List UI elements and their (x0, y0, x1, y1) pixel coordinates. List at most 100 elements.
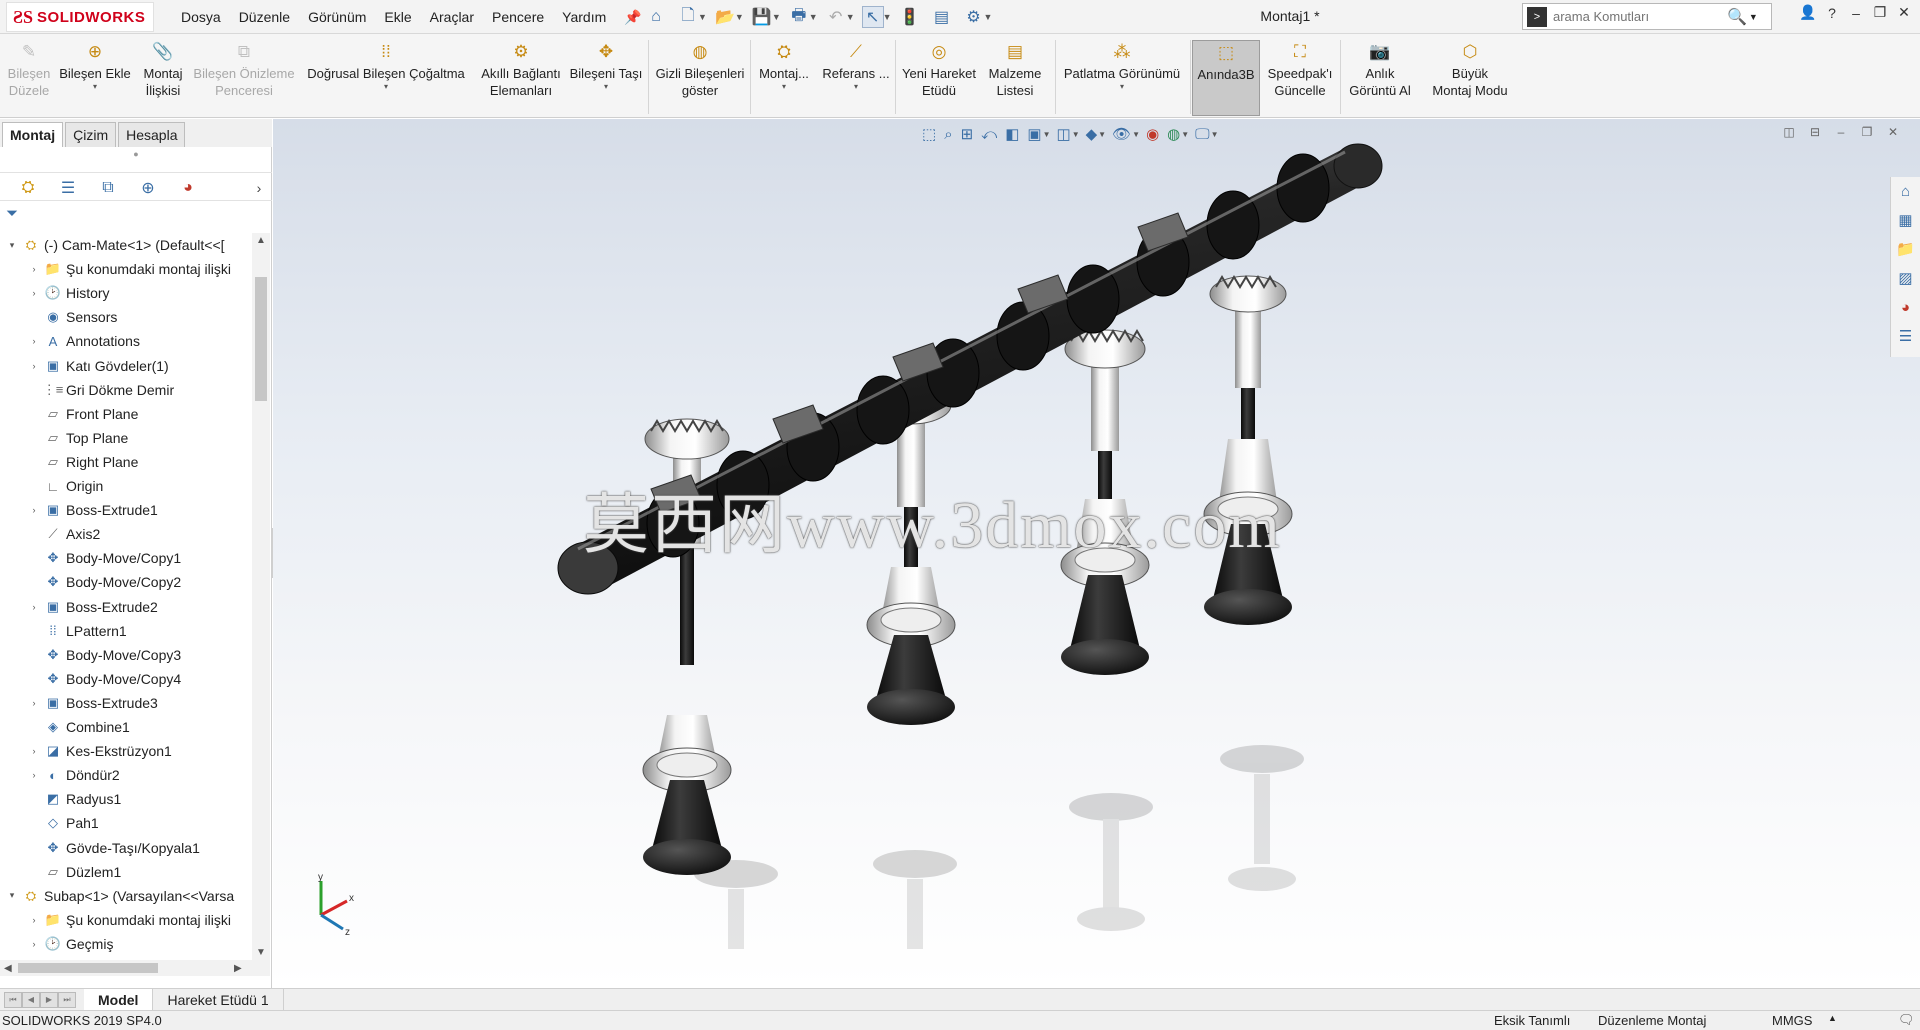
tree-item[interactable]: › A Annotations (0, 329, 252, 353)
first-tab-icon[interactable]: ⏮ (4, 991, 22, 1008)
property-manager-tab-icon[interactable]: ☰ (48, 178, 88, 198)
unit-system[interactable]: MMGS (1772, 1013, 1812, 1028)
minimize-button[interactable]: – (1844, 5, 1868, 21)
expand-down-icon[interactable]: ▾ (6, 890, 18, 901)
tree-item[interactable]: › ▣ Boss-Extrude1 (0, 498, 252, 522)
chevron-down-icon[interactable]: ▼ (846, 12, 855, 22)
home-icon[interactable]: ⌂ (645, 6, 667, 28)
open-folder-icon[interactable]: 📂 (714, 6, 736, 28)
tree-item[interactable]: ◉ Sensors (0, 305, 252, 329)
chevron-right-icon[interactable]: › (28, 939, 40, 949)
rebuild-icon[interactable]: 🚦 (899, 6, 921, 28)
filter-icon[interactable]: ⏷ (6, 205, 18, 222)
chevron-right-icon[interactable]: › (28, 746, 40, 756)
scrollbar-thumb[interactable] (18, 963, 158, 973)
chevron-down-icon[interactable]: ▾ (782, 82, 786, 92)
tree-item[interactable]: ✥ Gövde-Taşı/Kopyala1 (0, 836, 252, 860)
tab-model[interactable]: Model (84, 988, 154, 1011)
display-manager-tab-icon[interactable]: ◕ (168, 179, 208, 197)
chevron-up-icon[interactable]: ▲ (1828, 1013, 1837, 1023)
scroll-up-icon[interactable]: ▲ (252, 235, 270, 246)
cmd-component-preview-button[interactable]: ⧉ Bileşen Önizleme Penceresi (190, 40, 298, 116)
tree-item[interactable]: ✥ Body-Move/Copy4 (0, 667, 252, 691)
view-palette-icon[interactable]: ▨ (1891, 264, 1920, 293)
save-icon[interactable]: 💾 (751, 6, 773, 28)
tree-item[interactable]: ▱ Right Plane (0, 450, 252, 474)
chevron-down-icon[interactable]: ▾ (854, 82, 858, 92)
scroll-right-icon[interactable]: ▶ (234, 963, 242, 974)
user-icon[interactable]: 👤 (1796, 4, 1820, 21)
panel-splitter[interactable]: ● (0, 147, 272, 173)
next-tab-icon[interactable]: ▶ (40, 991, 58, 1008)
cmd-linear-pattern-button[interactable]: ⁞⁞ Doğrusal Bileşen Çoğaltma ▾ (300, 40, 472, 116)
tab-hesapla[interactable]: Hesapla (118, 122, 186, 147)
menu-araclar[interactable]: Araçlar (421, 9, 483, 25)
prev-tab-icon[interactable]: ◀ (22, 991, 40, 1008)
cmd-insert-components-button[interactable]: ⊕ Bileşen Ekle ▾ (54, 40, 136, 116)
close-button[interactable]: ✕ (1892, 4, 1916, 21)
command-search[interactable]: > 🔍 ▼ (1522, 3, 1772, 30)
cmd-smart-fasteners-button[interactable]: ⚙ Akıllı Bağlantı Elemanları (476, 40, 566, 116)
dimxpert-tab-icon[interactable]: ⊕ (128, 178, 168, 198)
tree-item[interactable]: › 🕑 History (0, 281, 252, 305)
solidworks-logo[interactable]: ƧS SOLIDWORKS (6, 2, 154, 32)
tree-item[interactable]: ▱ Front Plane (0, 402, 252, 426)
tree-item[interactable]: ✥ Body-Move/Copy3 (0, 643, 252, 667)
feature-manager-tab-icon[interactable]: ⛭ (8, 179, 48, 197)
appearances-icon[interactable]: ◕ (1891, 293, 1920, 322)
chevron-down-icon[interactable]: ▼ (809, 12, 818, 22)
chevron-right-icon[interactable]: › (28, 264, 40, 274)
tree-item[interactable]: ⋮≡ Gri Dökme Demir (0, 378, 252, 402)
custom-properties-icon[interactable]: ☰ (1891, 322, 1920, 351)
chevron-down-icon[interactable]: ▼ (698, 12, 707, 22)
cmd-edit-component-button[interactable]: ✎ Bileşen Düzele (0, 40, 58, 116)
cmd-assembly-features-button[interactable]: ⛭ Montaj... ▾ (752, 40, 816, 116)
select-pointer-icon[interactable]: ↖ (861, 6, 884, 28)
chevron-down-icon[interactable]: ▼ (984, 12, 993, 22)
cmd-snapshot-button[interactable]: 📷 Anlık Görüntü Al (1342, 40, 1418, 116)
chevron-right-icon[interactable]: › (252, 180, 266, 196)
menu-yardim[interactable]: Yardım (553, 9, 615, 25)
tree-item[interactable]: ✥ Body-Move/Copy2 (0, 570, 252, 594)
expand-down-icon[interactable]: ▾ (6, 240, 18, 251)
tree-item[interactable]: ⁞⁞ LPattern1 (0, 619, 252, 643)
comment-icon[interactable]: 🗨 (1898, 1012, 1915, 1028)
chevron-right-icon[interactable]: › (28, 602, 40, 612)
tree-item[interactable]: ▱ Top Plane (0, 426, 252, 450)
cmd-large-assembly-mode-button[interactable]: ⬡ Büyük Montaj Modu (1420, 40, 1520, 116)
tree-item[interactable]: ⟋ Axis2 (0, 522, 252, 546)
tree-item[interactable]: › 📁 Şu konumdaki montaj ilişki (0, 257, 252, 281)
file-explorer-icon[interactable]: 📁 (1891, 235, 1920, 264)
chevron-down-icon[interactable]: ▾ (93, 82, 97, 92)
tree-item[interactable]: ▾ ⛭ Subap<1> (Varsayılan<<Varsa (0, 884, 252, 908)
cmd-reference-geometry-button[interactable]: ⟋ Referans ... ▾ (818, 40, 894, 116)
tree-item[interactable]: › ▣ Katı Gövdeler(1) (0, 354, 252, 378)
cmd-exploded-view-button[interactable]: ⁂ Patlatma Görünümü ▾ (1056, 40, 1188, 116)
tree-item[interactable]: ◩ Radyus1 (0, 787, 252, 811)
solidworks-resources-icon[interactable]: ⌂ (1891, 177, 1920, 206)
cmd-instant3d-button[interactable]: ⬚ Anında3B (1192, 40, 1260, 116)
tab-motion-study[interactable]: Hareket Etüdü 1 (153, 988, 284, 1011)
cmd-bill-of-materials-button[interactable]: ▤ Malzeme Listesi (980, 40, 1050, 116)
cmd-new-motion-study-button[interactable]: ◎ Yeni Hareket Etüdü (896, 40, 982, 116)
graphics-viewport[interactable]: ⬚ ⌕ ⊞ ⤺ ◧ ▣ ▼ ◫ ▼ ◆ ▼ 👁 ▼ ◉ ◍ ▼ 🖵 ▼ ◫ ⊟ – ❐ ✕ (273, 119, 1920, 988)
menu-ekle[interactable]: Ekle (375, 9, 420, 25)
menu-duzenle[interactable]: Düzenle (230, 9, 299, 25)
tree-item[interactable]: ∟ Origin (0, 474, 252, 498)
chevron-down-icon[interactable]: ▼ (883, 12, 892, 22)
tree-item[interactable]: ✥ Body-Move/Copy1 (0, 546, 252, 570)
tree-item[interactable]: ◈ Combine1 (0, 715, 252, 739)
chevron-right-icon[interactable]: › (28, 770, 40, 780)
menu-dosya[interactable]: Dosya (172, 9, 230, 25)
options-gear-icon[interactable]: ⚙ (963, 6, 985, 28)
tree-item[interactable]: › ▣ Boss-Extrude2 (0, 595, 252, 619)
tree-vertical-scrollbar[interactable]: ▲ ▼ (252, 233, 270, 960)
chevron-right-icon[interactable]: › (28, 915, 40, 925)
chevron-down-icon[interactable]: ▾ (384, 82, 388, 92)
scroll-down-icon[interactable]: ▼ (252, 947, 270, 958)
cmd-speedpak-button[interactable]: ⛶ Speedpak'ı Güncelle (1262, 40, 1338, 116)
menu-pencere[interactable]: Pencere (483, 9, 553, 25)
design-library-icon[interactable]: ▦ (1891, 206, 1920, 235)
tree-item[interactable]: ▱ Düzlem1 (0, 860, 252, 884)
tree-item[interactable]: › 📁 Şu konumdaki montaj ilişki (0, 908, 252, 932)
